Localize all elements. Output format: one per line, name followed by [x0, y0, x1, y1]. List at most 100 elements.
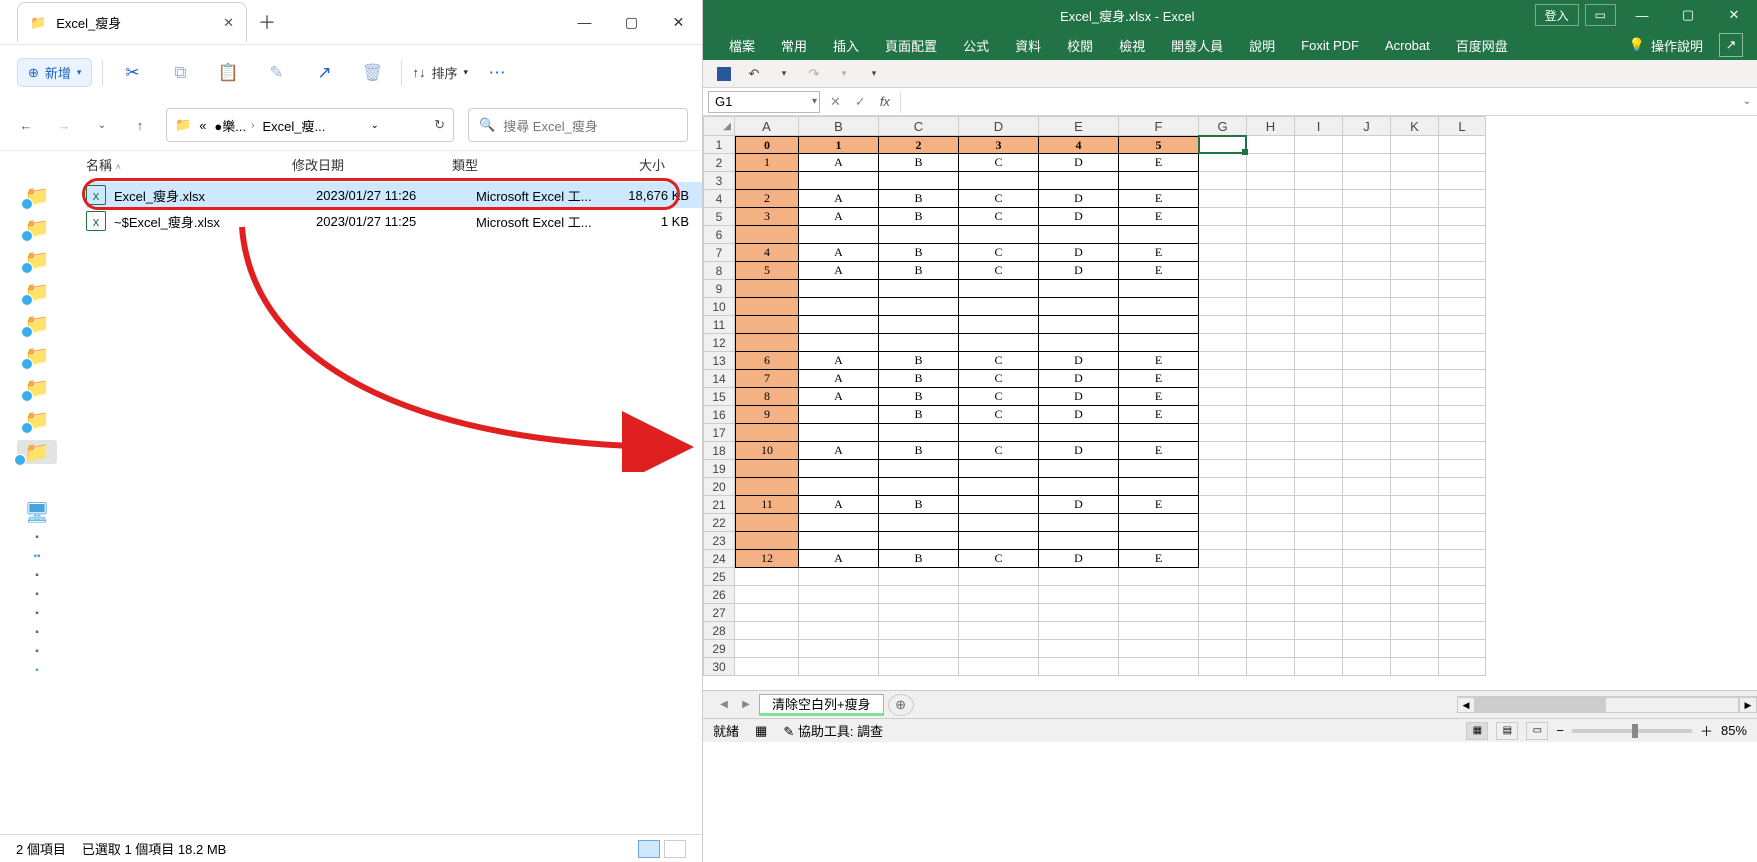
row-header[interactable]: 20: [703, 478, 735, 496]
cell[interactable]: [1391, 226, 1439, 244]
ribbon-tab[interactable]: 常用: [769, 30, 819, 60]
cell[interactable]: [1247, 658, 1295, 676]
cell[interactable]: [1039, 172, 1119, 190]
cell[interactable]: [1199, 550, 1247, 568]
cell[interactable]: E: [1119, 550, 1199, 568]
cell[interactable]: [1439, 208, 1486, 226]
cell[interactable]: [959, 604, 1039, 622]
cell[interactable]: [735, 658, 799, 676]
cell[interactable]: [1039, 568, 1119, 586]
cell[interactable]: [1391, 442, 1439, 460]
cell[interactable]: 2: [879, 136, 959, 154]
cell[interactable]: 12: [735, 550, 799, 568]
cell[interactable]: [1199, 370, 1247, 388]
cell[interactable]: C: [959, 244, 1039, 262]
close-tab-icon[interactable]: ✕: [223, 15, 234, 31]
cell[interactable]: A: [799, 262, 879, 280]
row-header[interactable]: 13: [703, 352, 735, 370]
cell[interactable]: [1391, 334, 1439, 352]
address-bar[interactable]: 📁 « ●樂...› Excel_瘦... ⌄ ↻: [166, 108, 454, 142]
cell[interactable]: [1343, 136, 1391, 154]
ribbon-tab[interactable]: Foxit PDF: [1289, 30, 1371, 60]
cell[interactable]: [879, 316, 959, 334]
cell[interactable]: 3: [735, 208, 799, 226]
cell[interactable]: [735, 586, 799, 604]
explorer-tab[interactable]: 📁 Excel_瘦身 ✕: [17, 2, 247, 42]
cell[interactable]: [1199, 640, 1247, 658]
cell[interactable]: [1247, 244, 1295, 262]
cell[interactable]: [735, 622, 799, 640]
cell[interactable]: E: [1119, 352, 1199, 370]
cell[interactable]: 8: [735, 388, 799, 406]
row-header[interactable]: 24: [703, 550, 735, 568]
row-header[interactable]: 28: [703, 622, 735, 640]
back-button[interactable]: ←: [14, 113, 38, 137]
cell[interactable]: [1247, 424, 1295, 442]
cell[interactable]: [1295, 370, 1343, 388]
col-type[interactable]: 類型: [452, 155, 585, 174]
ribbon-tab[interactable]: 校閱: [1055, 30, 1105, 60]
cell[interactable]: [735, 460, 799, 478]
cell[interactable]: [799, 640, 879, 658]
cell[interactable]: D: [1039, 244, 1119, 262]
cell[interactable]: C: [959, 370, 1039, 388]
cell[interactable]: B: [879, 208, 959, 226]
zoom-in-button[interactable]: ＋: [1700, 721, 1713, 740]
cell[interactable]: [1199, 226, 1247, 244]
cell[interactable]: [1247, 442, 1295, 460]
cell[interactable]: [735, 424, 799, 442]
cell[interactable]: [1199, 316, 1247, 334]
zoom-out-button[interactable]: −: [1556, 723, 1564, 738]
cell[interactable]: [1119, 424, 1199, 442]
cell[interactable]: [799, 280, 879, 298]
cell[interactable]: [1247, 388, 1295, 406]
cell[interactable]: [1343, 388, 1391, 406]
cell[interactable]: [879, 604, 959, 622]
cell[interactable]: [1439, 334, 1486, 352]
status-macro-icon[interactable]: ▦: [755, 723, 767, 739]
cell[interactable]: [1199, 280, 1247, 298]
cell[interactable]: C: [959, 154, 1039, 172]
cell[interactable]: [959, 316, 1039, 334]
cell[interactable]: D: [1039, 370, 1119, 388]
cell[interactable]: B: [879, 262, 959, 280]
cell[interactable]: B: [879, 388, 959, 406]
ribbon-tab[interactable]: 檢視: [1107, 30, 1157, 60]
cell[interactable]: [1247, 532, 1295, 550]
cell[interactable]: 0: [735, 136, 799, 154]
cell[interactable]: [735, 532, 799, 550]
up-button[interactable]: ↑: [128, 113, 152, 137]
cell[interactable]: [1343, 460, 1391, 478]
cell[interactable]: [1199, 532, 1247, 550]
cell[interactable]: [959, 424, 1039, 442]
cell[interactable]: [735, 172, 799, 190]
cell[interactable]: [1343, 226, 1391, 244]
cell[interactable]: [959, 640, 1039, 658]
cell[interactable]: [1247, 226, 1295, 244]
minimize-button[interactable]: —: [1619, 0, 1665, 30]
col-name[interactable]: 名稱 ˄: [86, 155, 292, 174]
cell[interactable]: D: [1039, 388, 1119, 406]
cell[interactable]: [1439, 316, 1486, 334]
row-header[interactable]: 26: [703, 586, 735, 604]
delete-button[interactable]: 🗑: [353, 54, 391, 92]
cell[interactable]: [1343, 316, 1391, 334]
cell[interactable]: D: [1039, 190, 1119, 208]
paste-button[interactable]: 📋: [209, 54, 247, 92]
cell[interactable]: 4: [1039, 136, 1119, 154]
file-row[interactable]: x Excel_瘦身.xlsx 2023/01/27 11:26 Microso…: [86, 182, 702, 208]
cell[interactable]: D: [1039, 442, 1119, 460]
cell[interactable]: [1391, 478, 1439, 496]
cell[interactable]: [1039, 280, 1119, 298]
row-header[interactable]: 17: [703, 424, 735, 442]
cell[interactable]: [959, 478, 1039, 496]
cell[interactable]: [1119, 640, 1199, 658]
cell[interactable]: [1343, 568, 1391, 586]
cell[interactable]: [1343, 208, 1391, 226]
row-header[interactable]: 3: [703, 172, 735, 190]
redo-button[interactable]: ↷: [803, 63, 825, 85]
cell[interactable]: [1295, 316, 1343, 334]
cell[interactable]: [1295, 568, 1343, 586]
cell[interactable]: [1439, 298, 1486, 316]
cell[interactable]: [735, 604, 799, 622]
